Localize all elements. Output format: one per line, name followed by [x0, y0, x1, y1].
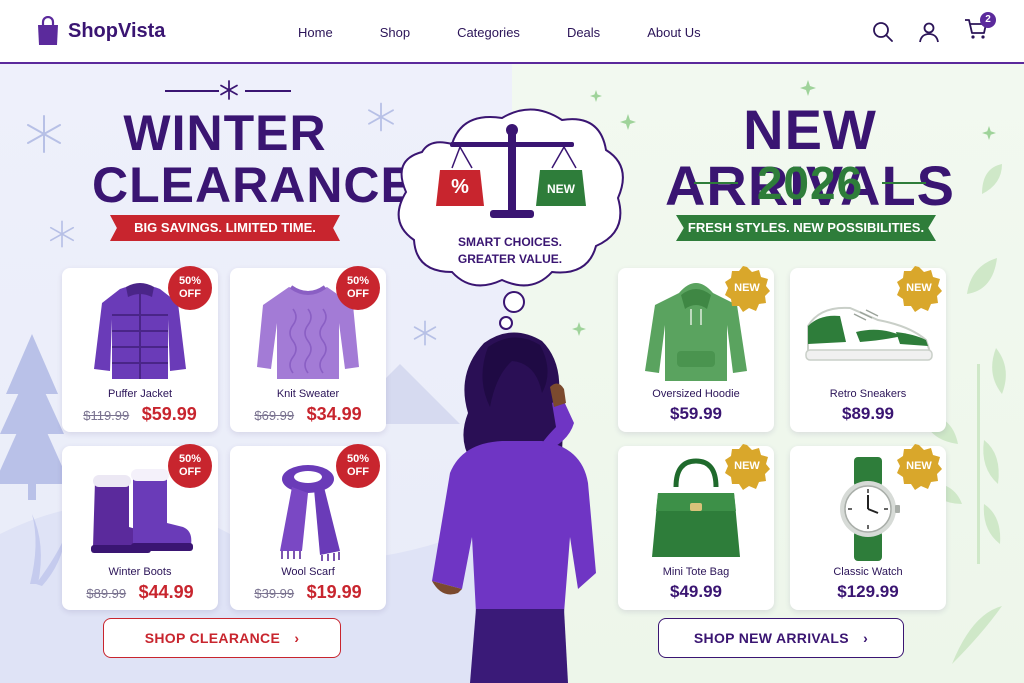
- original-price: $69.99: [254, 408, 295, 423]
- product-card-oversized-hoodie[interactable]: Oversized Hoodie $59.99 NEW: [618, 266, 774, 432]
- discount-badge: 50% OFF: [168, 444, 212, 488]
- product-name: Retro Sneakers: [829, 388, 907, 400]
- discount-badge-off: OFF: [179, 466, 201, 478]
- top-nav-bar: ShopVista Home Shop Categories Deals Abo…: [0, 0, 1024, 64]
- heading-divider: [694, 182, 738, 184]
- new-badge: NEW: [724, 266, 770, 312]
- sale-price: $59.99: [141, 404, 197, 424]
- snowflake-icon: [220, 80, 238, 100]
- product-name: Winter Boots: [108, 566, 172, 578]
- search-icon[interactable]: [872, 21, 894, 43]
- pine-tree-icon: [0, 334, 70, 500]
- discount-badge-off: OFF: [347, 466, 369, 478]
- product-card-retro-sneakers[interactable]: Retro Sneakers $89.99 NEW: [790, 266, 946, 432]
- discount-badge-percent: 50%: [178, 453, 202, 465]
- scale-new-tag: NEW: [547, 182, 575, 196]
- discount-badge: 50% OFF: [336, 266, 380, 310]
- thought-line-1: SMART CHOICES.: [457, 235, 562, 249]
- cart-count-badge: 2: [980, 12, 996, 28]
- discount-badge-percent: 50%: [346, 453, 370, 465]
- product-name: Wool Scarf: [281, 566, 335, 578]
- discount-badge: 50% OFF: [336, 444, 380, 488]
- thought-caption: SMART CHOICES. GREATER VALUE.: [428, 234, 592, 268]
- original-price: $89.99: [86, 586, 127, 601]
- new-badge: NEW: [724, 444, 770, 490]
- sparkle-icon: [982, 126, 996, 140]
- new-badge-label: NEW: [734, 282, 760, 294]
- product-card-puffer-jacket[interactable]: Puffer Jacket $119.99 $59.99 50% OFF: [62, 266, 218, 432]
- heading-divider: [165, 90, 219, 92]
- discount-badge-off: OFF: [347, 288, 369, 300]
- nav-link-deals[interactable]: Deals: [567, 25, 600, 40]
- shop-new-arrivals-label: SHOP NEW ARRIVALS: [693, 630, 849, 646]
- discount-badge-off: OFF: [179, 288, 201, 300]
- chevron-right-icon: ›: [863, 630, 869, 646]
- clearance-title-line2: CLEARANCE: [92, 157, 415, 213]
- discount-badge-percent: 50%: [178, 275, 202, 287]
- product-name: Knit Sweater: [276, 388, 340, 400]
- discount-badge: 50% OFF: [168, 266, 212, 310]
- product-card-wool-scarf[interactable]: Wool Scarf $39.99 $19.99 50% OFF: [230, 444, 386, 610]
- original-price: $39.99: [254, 586, 295, 601]
- heading-divider: [882, 182, 926, 184]
- new-badge: NEW: [896, 444, 942, 490]
- product-price: $129.99: [837, 582, 899, 601]
- logo[interactable]: ShopVista: [36, 16, 165, 46]
- sale-price: $44.99: [138, 582, 194, 602]
- sale-price: $19.99: [306, 582, 362, 602]
- sparkle-icon: [590, 90, 602, 102]
- new-badge-label: NEW: [906, 282, 932, 294]
- user-icon[interactable]: [918, 21, 940, 43]
- product-price: $59.99: [670, 404, 722, 423]
- product-card-knit-sweater[interactable]: Knit Sweater $69.99 $34.99 50% OFF: [230, 266, 386, 432]
- arrivals-title-line2: 2026: [756, 157, 864, 209]
- nav-link-shop[interactable]: Shop: [380, 25, 410, 40]
- product-name: Mini Tote Bag: [662, 566, 730, 578]
- sale-price: $34.99: [306, 404, 362, 424]
- product-name: Puffer Jacket: [108, 388, 172, 400]
- thought-line-2: GREATER VALUE.: [457, 252, 563, 266]
- shop-clearance-button[interactable]: SHOP CLEARANCE ›: [103, 618, 341, 658]
- snowflake-icon: [27, 115, 61, 153]
- product-name: Classic Watch: [833, 566, 903, 578]
- cart-button[interactable]: 2: [964, 12, 996, 45]
- product-card-classic-watch[interactable]: Classic Watch $129.99 NEW: [790, 444, 946, 610]
- original-price: $119.99: [83, 408, 130, 423]
- sparkle-icon: [800, 80, 816, 96]
- nav-link-categories[interactable]: Categories: [457, 25, 520, 40]
- shopping-bag-icon: [38, 16, 58, 45]
- product-price: $49.99: [670, 582, 722, 601]
- balance-scale-icon: [436, 124, 586, 218]
- shop-clearance-label: SHOP CLEARANCE: [144, 630, 281, 646]
- arrivals-ribbon: FRESH STYLES. NEW POSSIBILITIES.: [676, 215, 936, 241]
- discount-badge-percent: 50%: [346, 275, 370, 287]
- heading-divider: [245, 90, 291, 92]
- nav-link-home[interactable]: Home: [298, 25, 333, 40]
- clearance-ribbon: BIG SAVINGS. LIMITED TIME.: [110, 215, 340, 241]
- chevron-right-icon: ›: [294, 630, 300, 646]
- product-card-mini-tote-bag[interactable]: Mini Tote Bag $49.99 NEW: [618, 444, 774, 610]
- shop-new-arrivals-button[interactable]: SHOP NEW ARRIVALS ›: [658, 618, 904, 658]
- brand-name: ShopVista: [68, 19, 166, 42]
- scale-percent-tag: %: [451, 176, 469, 198]
- product-price: $89.99: [842, 404, 894, 423]
- woman-illustration: [432, 332, 596, 683]
- new-badge-label: NEW: [906, 460, 932, 472]
- product-card-winter-boots[interactable]: Winter Boots $89.99 $44.99 50% OFF: [62, 444, 218, 610]
- product-name: Oversized Hoodie: [652, 388, 740, 400]
- snowflake-icon: [49, 220, 75, 248]
- new-badge-label: NEW: [734, 460, 760, 472]
- nav-link-about-us[interactable]: About Us: [647, 25, 700, 40]
- clearance-title-line1: WINTER: [123, 105, 327, 161]
- new-badge: NEW: [896, 266, 942, 312]
